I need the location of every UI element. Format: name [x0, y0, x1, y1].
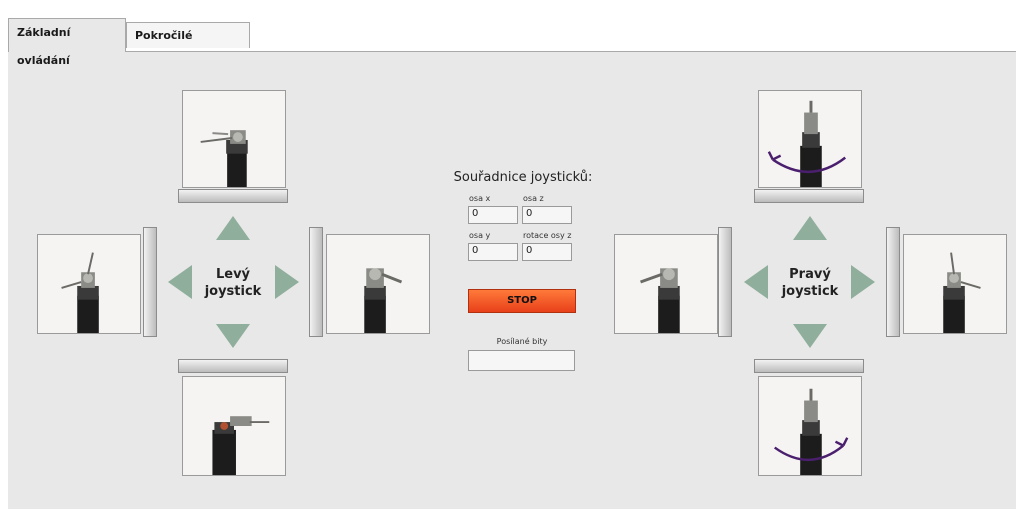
left-left-position-bar — [143, 227, 157, 337]
axis-y-label: osa y — [469, 231, 491, 240]
tab-basic-controls[interactable]: Základní ovládání — [8, 18, 126, 67]
axis-y-field[interactable]: 0 — [468, 243, 518, 261]
left-top-position-bar — [178, 189, 288, 203]
sent-bits-field[interactable] — [468, 350, 575, 371]
right-left-instrument-image — [614, 234, 718, 334]
rotation-z-label: rotace osy z — [523, 231, 572, 240]
left-joystick-left-arrow-icon[interactable] — [168, 265, 192, 299]
right-right-instrument-image — [903, 234, 1007, 334]
coordinates-title: Souřadnice joysticků: — [453, 170, 593, 185]
right-joystick-down-arrow-icon[interactable] — [793, 324, 827, 348]
right-right-position-bar — [886, 227, 900, 337]
right-joystick-up-arrow-icon[interactable] — [793, 216, 827, 240]
instrument-photo — [327, 235, 429, 333]
right-top-instrument-image — [758, 90, 862, 188]
left-joystick-right-arrow-icon[interactable] — [275, 265, 299, 299]
axis-z-field[interactable]: 0 — [522, 206, 572, 224]
left-right-position-bar — [309, 227, 323, 337]
left-left-instrument-image — [37, 234, 141, 334]
right-bottom-position-bar — [754, 359, 864, 373]
stop-button[interactable]: STOP — [468, 289, 576, 313]
instrument-photo — [183, 377, 285, 475]
right-joystick-right-arrow-icon[interactable] — [851, 265, 875, 299]
left-top-instrument-image — [182, 90, 286, 188]
tab-advanced-settings[interactable]: Pokročilé nastavení — [126, 22, 250, 68]
left-joystick-up-arrow-icon[interactable] — [216, 216, 250, 240]
rotation-z-field[interactable]: 0 — [522, 243, 572, 261]
right-bottom-instrument-image — [758, 376, 862, 476]
axis-z-label: osa z — [523, 194, 544, 203]
axis-x-label: osa x — [469, 194, 491, 203]
left-joystick-down-arrow-icon[interactable] — [216, 324, 250, 348]
axis-x-field[interactable]: 0 — [468, 206, 518, 224]
instrument-photo — [183, 91, 285, 187]
left-joystick-label: Levý joystick — [204, 267, 262, 299]
right-top-position-bar — [754, 189, 864, 203]
instrument-photo — [759, 91, 861, 187]
left-bottom-instrument-image — [182, 376, 286, 476]
right-joystick-label: Pravý joystick — [781, 267, 839, 299]
instrument-photo — [759, 377, 861, 475]
left-bottom-position-bar — [178, 359, 288, 373]
left-right-instrument-image — [326, 234, 430, 334]
right-joystick-left-arrow-icon[interactable] — [744, 265, 768, 299]
instrument-photo — [615, 235, 717, 333]
instrument-photo — [904, 235, 1006, 333]
sent-bits-label: Posílané bity — [496, 337, 548, 346]
instrument-photo — [38, 235, 140, 333]
right-left-position-bar — [718, 227, 732, 337]
